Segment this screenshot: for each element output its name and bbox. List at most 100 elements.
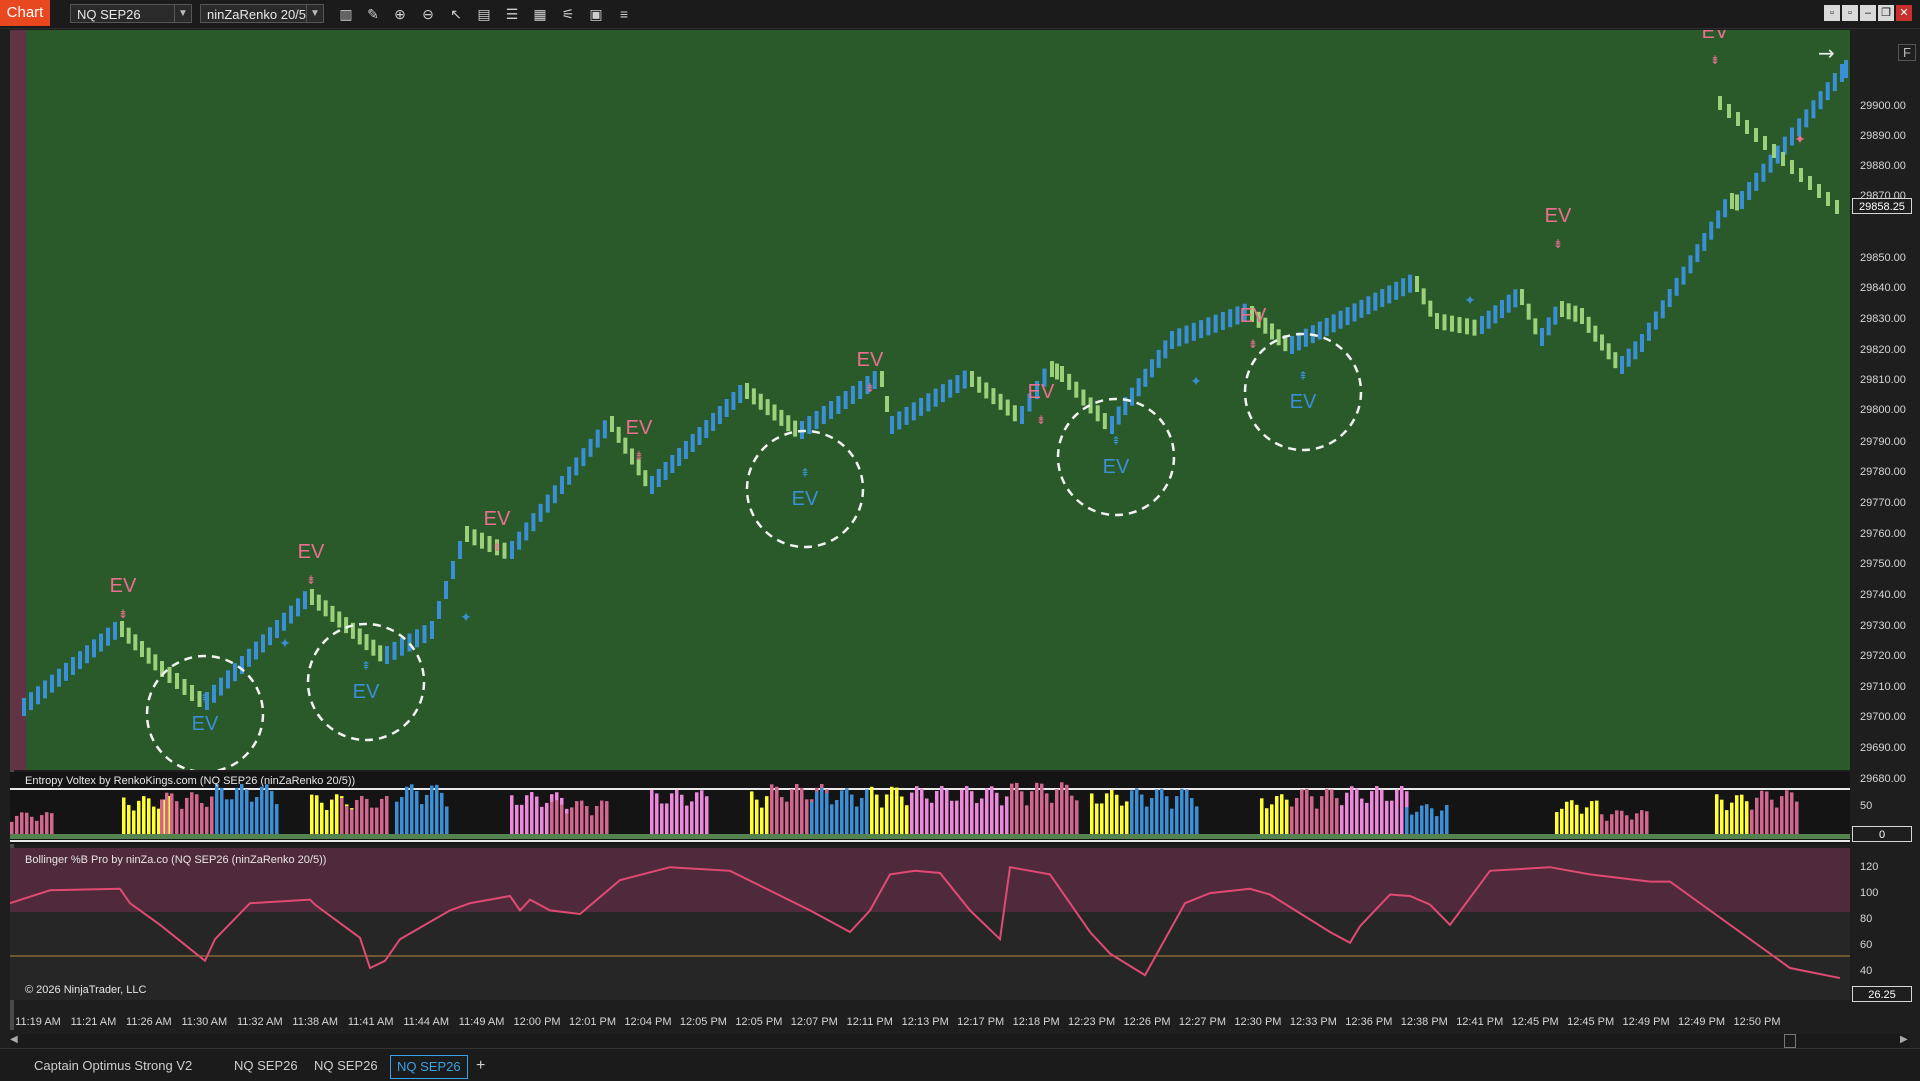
renko-brick: [1352, 303, 1357, 322]
scroll-right-icon[interactable]: ▶: [1900, 1034, 1908, 1045]
tab-nq-sep26-1[interactable]: NQ SEP26: [228, 1055, 304, 1077]
renko-brick: [1533, 318, 1538, 335]
renko-brick: [1613, 352, 1618, 369]
entropy-bar: [1615, 810, 1619, 834]
time-tick: 12:23 PM: [1068, 1016, 1116, 1028]
close-icon[interactable]: ✕: [1896, 5, 1912, 21]
time-axis[interactable]: 11:19 AM 11:21 AM 11:26 AM 11:30 AM 11:32 AM…: [10, 1010, 1852, 1034]
chart-window-label[interactable]: Chart: [0, 0, 50, 26]
time-tick: 12:26 PM: [1123, 1016, 1171, 1028]
templates-icon[interactable]: ▤: [474, 4, 494, 24]
entropy-bar: [975, 803, 979, 834]
time-tick: 11:41 AM: [347, 1016, 394, 1028]
entropy-bar: [10, 821, 14, 834]
entropy-bar: [370, 807, 374, 834]
data-box-icon[interactable]: ☰: [502, 4, 522, 24]
price-chart-panel[interactable]: EV ⇟ EV ⇟ EV ⇟ EV ⇟ EV ⇟ EV ⇟ EV ⇟ EV ⇟ EV ⇟ ⇞ EV ⇞ EV ⇞ EV ⇞ EV ⇞…: [10, 21, 1850, 774]
renko-brick: [998, 393, 1003, 410]
entropy-bar: [410, 784, 414, 834]
renko-brick: [897, 411, 902, 430]
entropy-bar: [510, 795, 514, 834]
entropy-bar: [415, 791, 419, 834]
pointer-icon[interactable]: ↖: [446, 4, 466, 24]
time-tick: 11:21 AM: [70, 1016, 117, 1028]
renko-brick: [1480, 316, 1484, 334]
entropy-bar: [1360, 798, 1364, 834]
renko-brick: [1633, 341, 1638, 360]
renko-brick: [437, 601, 441, 619]
renko-brick: [1150, 359, 1154, 378]
entropy-bar: [555, 800, 559, 834]
renko-brick: [133, 634, 138, 651]
entropy-bar: [152, 806, 156, 834]
entropy-bar: [700, 790, 704, 834]
add-tab-button[interactable]: +: [470, 1055, 491, 1077]
bar-type-selector[interactable]: ninZaRenko 20/5 ▼: [200, 4, 324, 23]
renko-brick: [357, 628, 362, 645]
entropy-bar: [205, 806, 209, 834]
draw-tool-icon[interactable]: ✎: [363, 4, 383, 24]
f-button[interactable]: F: [1898, 44, 1916, 61]
entropy-bar: [1330, 789, 1334, 834]
entropy-tick-0: 0: [1852, 826, 1912, 842]
bars-type-icon[interactable]: ▥: [336, 4, 356, 24]
ev-buy-signal: EV: [192, 713, 219, 735]
properties-icon[interactable]: ▣: [586, 4, 606, 24]
zoom-out-icon[interactable]: ⊖: [418, 4, 438, 24]
entropy-bar: [755, 799, 759, 834]
entropy-bar: [930, 802, 934, 834]
renko-brick: [1074, 381, 1079, 398]
restore-icon[interactable]: ▫: [1842, 5, 1858, 21]
bar-type-value: ninZaRenko 20/5: [207, 7, 307, 22]
entropy-bar: [1135, 788, 1139, 834]
maximize-icon[interactable]: ❐: [1878, 5, 1894, 21]
renko-brick: [1005, 399, 1010, 416]
renko-brick: [1373, 292, 1378, 311]
chart-scrollbar[interactable]: ◀ ▶: [10, 1034, 1910, 1048]
list-icon[interactable]: ≡: [614, 4, 634, 24]
tab-captain-optimus[interactable]: Captain Optimus Strong V2: [28, 1055, 198, 1077]
renko-brick: [1835, 200, 1839, 214]
scroll-thumb[interactable]: [1784, 1034, 1796, 1048]
entropy-bar: [565, 813, 569, 834]
renko-brick: [1394, 281, 1399, 300]
renko-brick: [970, 371, 974, 387]
time-tick: 11:26 AM: [126, 1016, 172, 1028]
scroll-left-icon[interactable]: ◀: [10, 1034, 18, 1045]
entropy-bar: [1050, 802, 1054, 834]
renko-brick: [1804, 109, 1809, 128]
zoom-in-icon[interactable]: ⊕: [390, 4, 410, 24]
price-axis[interactable]: F 29900.00 29890.00 29880.00 29870.00 29850.…: [1852, 30, 1920, 1010]
tile-icon[interactable]: ▫: [1824, 5, 1840, 21]
go-right-icon[interactable]: →: [1818, 41, 1835, 65]
entropy-bar: [1340, 805, 1344, 834]
entropy-bar: [147, 798, 151, 834]
indicators-icon[interactable]: ⚟: [558, 4, 578, 24]
renko-chart[interactable]: EV ⇟ EV ⇟ EV ⇟ EV ⇟ EV ⇟ EV ⇟ EV ⇟ EV ⇟ EV ⇟ ⇞ EV ⇞ EV ⇞ EV ⇞ EV ⇞…: [10, 21, 1850, 774]
renko-brick: [1116, 406, 1121, 425]
renko-brick: [106, 627, 110, 646]
entropy-bar: [1780, 796, 1784, 834]
renko-brick: [885, 396, 889, 412]
renko-brick: [731, 392, 736, 410]
tab-nq-sep26-active[interactable]: NQ SEP26: [390, 1055, 468, 1079]
minimize-icon[interactable]: –: [1860, 5, 1876, 21]
tab-nq-sep26-2[interactable]: NQ SEP26: [308, 1055, 384, 1077]
renko-brick: [407, 633, 412, 652]
entropy-bar: [1730, 802, 1734, 834]
price-tick: 29880.00: [1860, 160, 1906, 172]
ev-buy-signal: EV: [353, 681, 380, 703]
renko-brick: [113, 621, 117, 640]
time-tick: 12:41 PM: [1456, 1016, 1504, 1028]
entropy-bar: [1090, 793, 1094, 834]
price-tick: 29700.00: [1860, 711, 1906, 723]
renko-brick: [1600, 334, 1604, 351]
renko-brick: [1566, 303, 1571, 320]
instrument-selector[interactable]: NQ SEP26 ▼: [70, 4, 192, 23]
entropy-bar: [515, 804, 519, 834]
chart-trader-icon[interactable]: ▦: [530, 4, 550, 24]
entropy-bar: [845, 788, 849, 834]
entropy-bar: [830, 804, 834, 834]
renko-brick: [1276, 329, 1281, 346]
renko-brick: [1688, 255, 1693, 274]
